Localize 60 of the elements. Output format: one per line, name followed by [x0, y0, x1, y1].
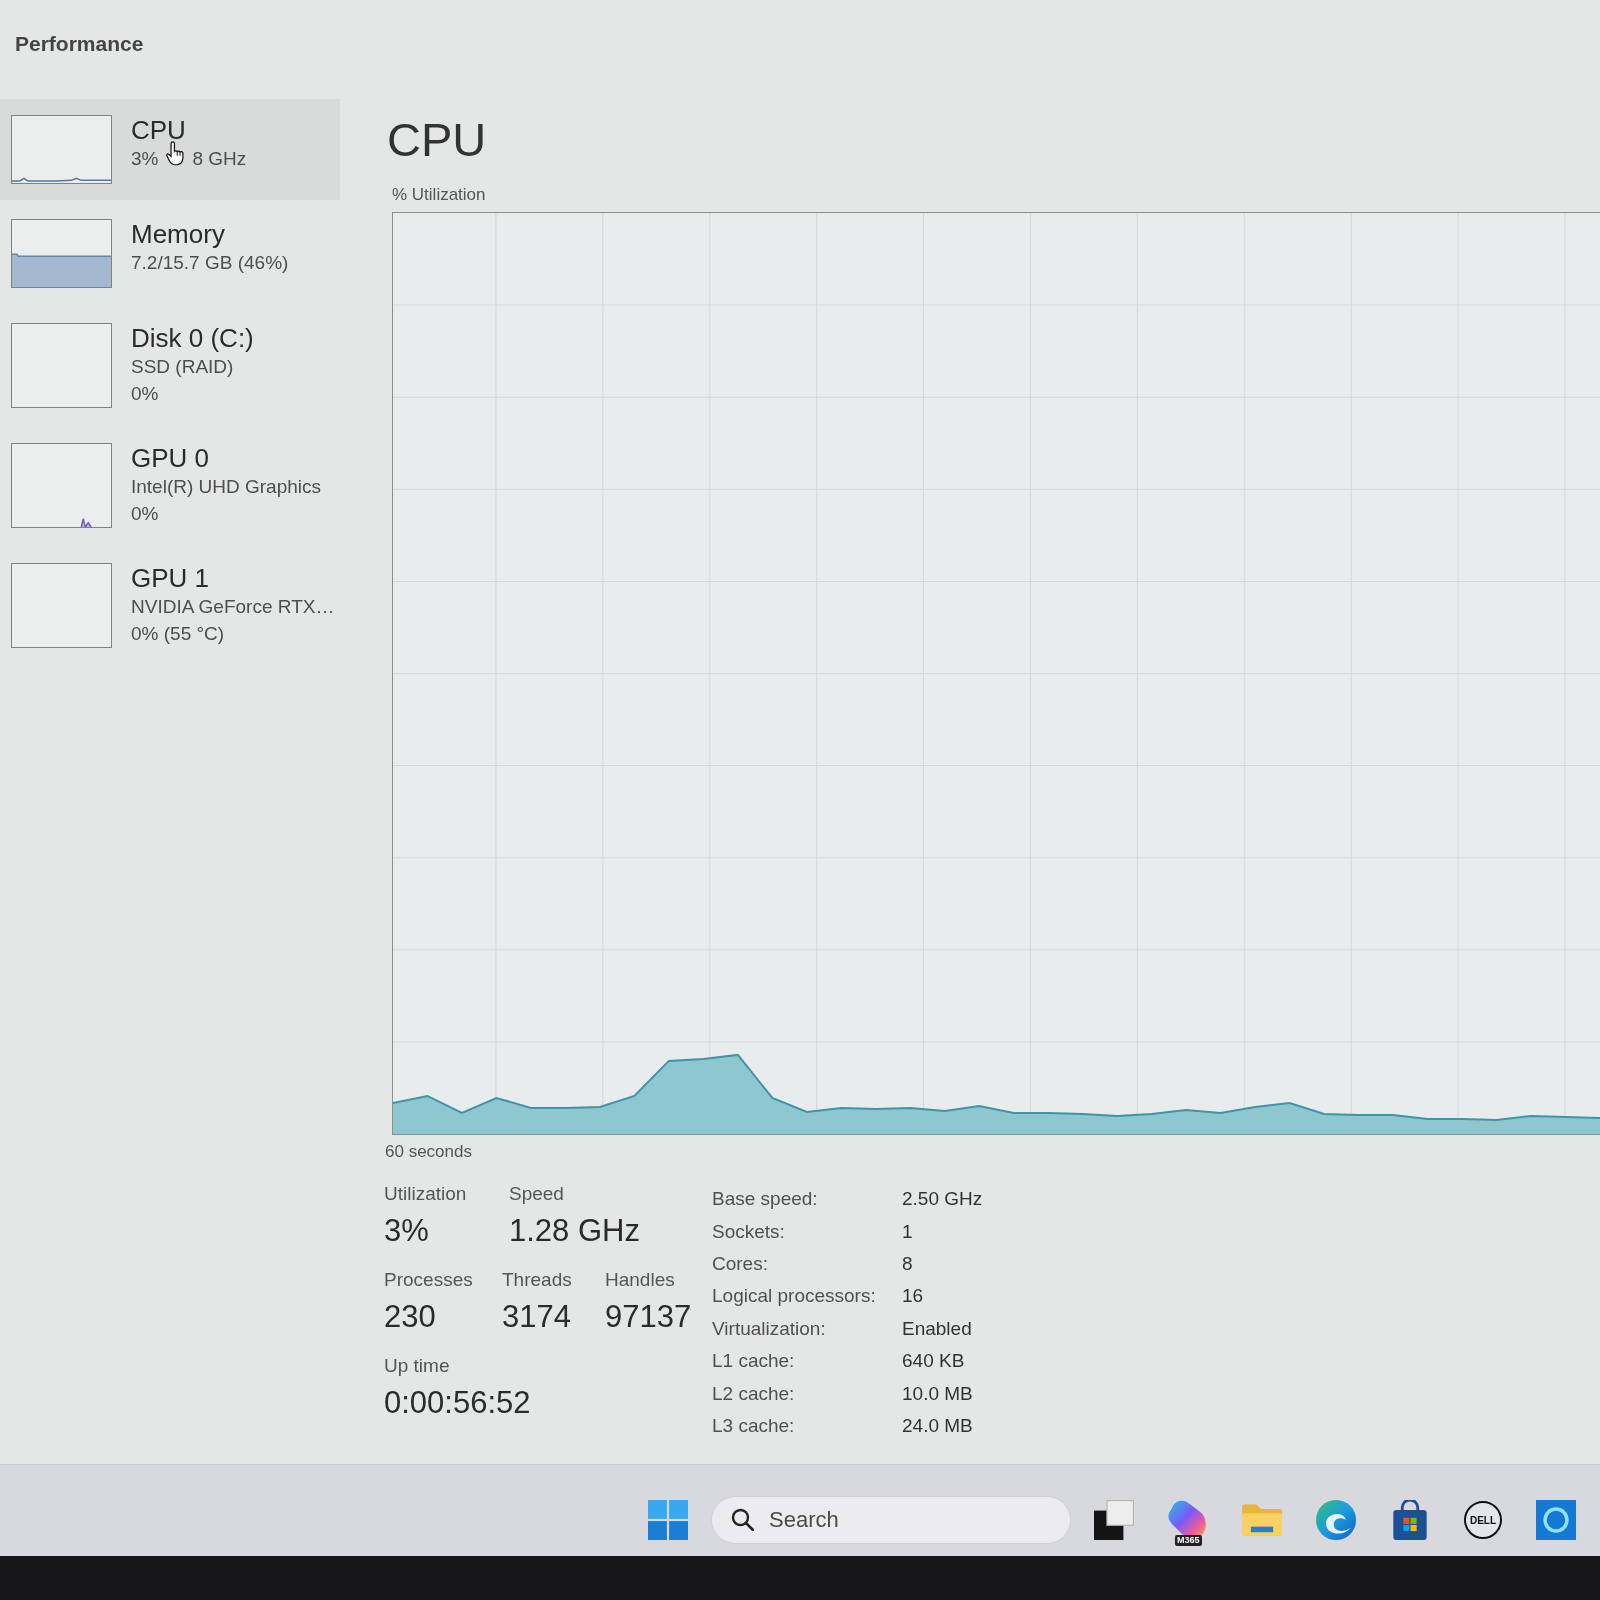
detail-label: Cores: — [712, 1251, 768, 1276]
stat-value: 0:00:56:52 — [384, 1384, 531, 1422]
stat-label: Up time — [384, 1354, 450, 1378]
swirl-circle-icon[interactable] — [1316, 1500, 1356, 1540]
item-title: Disk 0 (C:) — [131, 323, 254, 353]
detail-label: L3 cache: — [712, 1413, 795, 1438]
sidebar-item[interactable]: Memory 7.2/15.7 GB (46%) — [0, 203, 340, 304]
item-detail: 0% — [131, 381, 159, 406]
sidebar-item[interactable]: GPU 1 NVIDIA GeForce RTX… 0% (55 °C) — [0, 547, 340, 664]
ring-tile-icon[interactable] — [1536, 1500, 1576, 1540]
item-detail: NVIDIA GeForce RTX… — [131, 594, 335, 619]
item-detail: SSD (RAID) — [131, 354, 234, 379]
search-icon — [731, 1508, 754, 1531]
detail-value: 1 — [902, 1219, 913, 1244]
shopping-bag-icon[interactable] — [1390, 1500, 1430, 1540]
detail-label: Virtualization: — [712, 1316, 826, 1341]
detail-value: 16 — [902, 1284, 924, 1309]
item-detail: 8 GHz — [192, 146, 247, 171]
item-detail: 0% — [131, 501, 159, 526]
detail-label: Base speed: — [712, 1187, 818, 1212]
stat-value: 3174 — [502, 1298, 571, 1336]
stat-label: Speed — [509, 1182, 564, 1206]
item-detail: 3% — [131, 146, 159, 171]
item-title: CPU — [131, 115, 186, 145]
item-title: Memory — [131, 219, 225, 249]
stat-label: Threads — [502, 1268, 572, 1292]
circle-logo[interactable]: DELL — [1464, 1501, 1502, 1539]
detail-label: Sockets: — [712, 1219, 785, 1244]
detail-value: 8 — [902, 1251, 913, 1276]
page-title: CPU — [387, 112, 487, 168]
sidebar-item[interactable]: GPU 0 Intel(R) UHD Graphics 0% — [0, 427, 340, 544]
sidebar-item[interactable]: CPU 3% 8 GHz — [0, 99, 340, 200]
item-detail: 7.2/15.7 GB (46%) — [131, 250, 289, 275]
item-title: GPU 1 — [131, 563, 210, 593]
sidebar-item[interactable]: Disk 0 (C:) SSD (RAID) 0% — [0, 307, 340, 424]
overlapping-squares-icon[interactable] — [1094, 1500, 1134, 1540]
stat-value: 1.28 GHz — [509, 1212, 640, 1250]
chart-y-label: % Utilization — [392, 184, 486, 206]
detail-value: 640 KB — [902, 1349, 965, 1374]
stat-label: Handles — [605, 1268, 675, 1292]
section-title: Performance — [15, 32, 144, 55]
item-detail: Intel(R) UHD Graphics — [131, 474, 322, 499]
stat-value: 3% — [384, 1212, 429, 1250]
four-squares-icon[interactable] — [648, 1500, 688, 1540]
detail-label: Logical processors: — [712, 1284, 876, 1309]
detail-value: 10.0 MB — [902, 1381, 973, 1406]
chart-x-label: 60 seconds — [385, 1141, 472, 1163]
detail-value: Enabled — [902, 1316, 972, 1341]
detail-value: 24.0 MB — [902, 1413, 973, 1438]
detail-label: L1 cache: — [712, 1349, 795, 1374]
item-title: GPU 0 — [131, 443, 210, 473]
app-badge: M365 — [1175, 1535, 1202, 1546]
detail-value: 2.50 GHz — [902, 1187, 983, 1212]
detail-label: L2 cache: — [712, 1381, 795, 1406]
stat-label: Utilization — [384, 1182, 467, 1206]
search-field[interactable]: Search — [711, 1496, 1071, 1544]
item-detail: 0% (55 °C) — [131, 621, 225, 646]
stat-value: 97137 — [605, 1298, 692, 1336]
stat-label: Processes — [384, 1268, 473, 1292]
stat-value: 230 — [384, 1298, 436, 1336]
